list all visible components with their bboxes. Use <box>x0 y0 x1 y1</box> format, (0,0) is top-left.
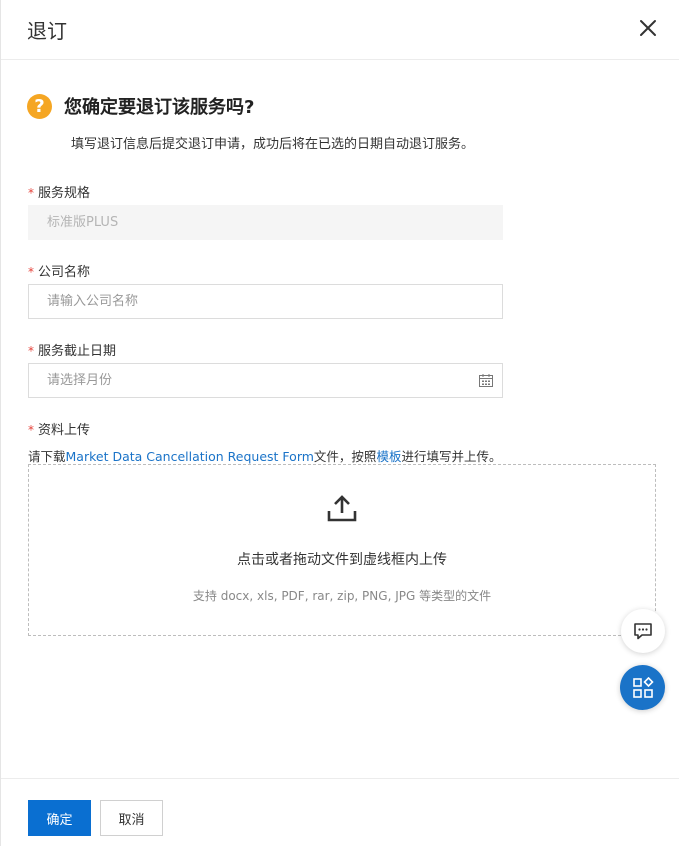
end-date-picker[interactable]: 请选择月份 <box>28 363 503 398</box>
upload-icon <box>327 495 357 522</box>
hint-prefix: 请下载 <box>28 449 66 464</box>
template-link[interactable]: 模板 <box>376 449 401 464</box>
confirm-button[interactable]: 确定 <box>28 800 91 836</box>
upload-hint: 请下载Market Data Cancellation Request Form… <box>28 446 501 465</box>
cancel-button[interactable]: 取消 <box>100 800 163 836</box>
end-date-placeholder: 请选择月份 <box>47 373 113 388</box>
end-date-label-text: 服务截止日期 <box>38 344 117 359</box>
spec-label-text: 服务规格 <box>38 186 91 201</box>
calendar-icon <box>479 374 493 387</box>
upload-label-text: 资料上传 <box>38 423 91 438</box>
company-name-placeholder: 请输入公司名称 <box>47 294 139 309</box>
company-label-text: 公司名称 <box>38 265 91 280</box>
confirm-heading: ? 您确定要退订该服务吗? <box>27 93 254 119</box>
confirm-description: 填写退订信息后提交退订申请，成功后将在已选的日期自动退订服务。 <box>71 137 475 152</box>
required-mark: * <box>28 265 34 279</box>
chat-icon <box>634 623 652 640</box>
close-button[interactable] <box>634 14 662 42</box>
company-label: * 公司名称 <box>28 261 90 280</box>
required-mark: * <box>28 344 34 358</box>
apps-icon <box>632 676 654 698</box>
spec-field: 标准版PLUS <box>28 205 503 240</box>
required-mark: * <box>28 186 34 200</box>
hint-suffix: 进行填写并上传。 <box>401 449 502 464</box>
supported-file-types: 支持 docx, xls, PDF, rar, zip, PNG, JPG 等类… <box>192 589 492 603</box>
close-icon <box>640 20 656 36</box>
hint-middle: 文件，按照 <box>313 449 377 464</box>
spec-label: * 服务规格 <box>28 182 90 201</box>
dialog-footer: 确定 取消 <box>1 778 679 846</box>
form-download-link[interactable]: Market Data Cancellation Request Form <box>66 449 314 464</box>
question-icon: ? <box>27 93 52 119</box>
dialog-header: 退订 <box>1 0 679 60</box>
cancel-subscription-dialog: 退订 ? 您确定要退订该服务吗? 填写退订信息后提交退订申请，成功后将在已选的日… <box>0 0 679 846</box>
company-name-input[interactable]: 请输入公司名称 <box>28 284 503 319</box>
apps-button[interactable] <box>620 665 665 710</box>
confirm-title: 您确定要退订该服务吗? <box>64 97 255 118</box>
required-mark: * <box>28 423 34 437</box>
upload-dropzone[interactable]: 点击或者拖动文件到虚线框内上传 支持 docx, xls, PDF, rar, … <box>28 464 656 636</box>
end-date-label: * 服务截止日期 <box>28 340 116 359</box>
spec-value: 标准版PLUS <box>47 215 119 230</box>
dialog-title: 退订 <box>27 19 67 43</box>
chat-button[interactable] <box>621 609 665 653</box>
upload-label: * 资料上传 <box>28 419 90 438</box>
dropzone-text: 点击或者拖动文件到虚线框内上传 <box>237 552 447 568</box>
